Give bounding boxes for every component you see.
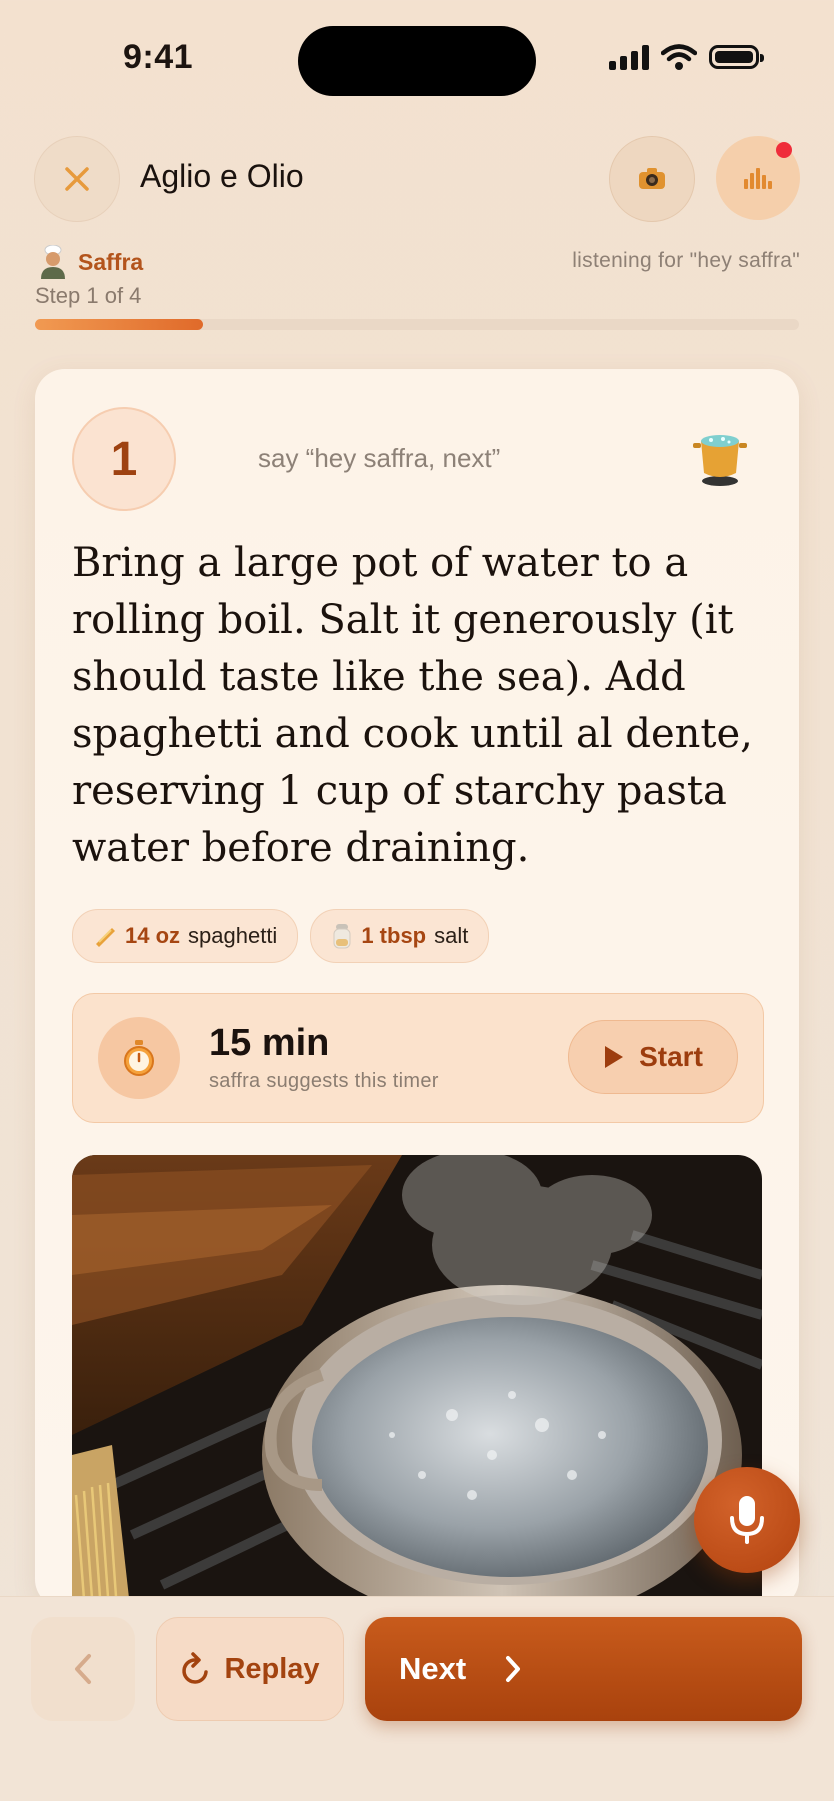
- step-card: 1 say “hey saffra, next” Bring a large p…: [35, 369, 799, 1609]
- assistant-name: Saffra: [78, 248, 144, 275]
- listening-status: listening for "hey saffra": [572, 249, 800, 272]
- close-icon: [65, 167, 89, 191]
- cellular-signal-icon: [609, 44, 649, 70]
- ingredient-name: salt: [434, 923, 469, 948]
- stopwatch-icon: [124, 1040, 154, 1076]
- dynamic-island: [298, 26, 536, 96]
- status-time: 9:41: [123, 38, 194, 76]
- timer-suggestion: 15 min saffra suggests this timer Start: [72, 993, 764, 1123]
- step-photo: [72, 1155, 762, 1609]
- ingredient-chip[interactable]: 14 oz spaghetti: [72, 909, 299, 963]
- pasta-icon: [96, 928, 115, 947]
- wifi-icon: [661, 44, 697, 70]
- chevron-left-icon: [75, 1654, 91, 1684]
- replay-button[interactable]: Replay: [156, 1617, 344, 1721]
- next-label: Next: [399, 1651, 467, 1686]
- ingredient-qty: 14 oz: [125, 923, 181, 948]
- recipe-title: Aglio e Olio: [140, 158, 304, 194]
- salt-shaker-icon: [333, 924, 351, 949]
- ingredient-chip[interactable]: 1 tbsp salt: [310, 909, 490, 963]
- audio-levels-icon: [744, 168, 772, 189]
- camera-button[interactable]: [609, 136, 695, 222]
- start-timer-button[interactable]: Start: [568, 1020, 738, 1094]
- chef-avatar-icon: [41, 245, 65, 279]
- step-instructions: Bring a large pot of water to a rolling …: [72, 540, 753, 871]
- previous-step-button[interactable]: [31, 1617, 135, 1721]
- microphone-button[interactable]: [694, 1467, 800, 1573]
- ingredient-qty: 1 tbsp: [361, 923, 427, 948]
- replay-label: Replay: [224, 1652, 320, 1685]
- next-step-button[interactable]: Next: [365, 1617, 802, 1721]
- step-number: 1: [72, 407, 176, 511]
- step-progress-bar: [35, 319, 799, 330]
- play-icon: [605, 1046, 624, 1068]
- close-button[interactable]: [34, 136, 120, 222]
- voice-hint: say “hey saffra, next”: [258, 443, 501, 473]
- bottom-navigation: Replay Next: [0, 1596, 834, 1801]
- assistant-row: Saffra: [38, 245, 143, 279]
- cooking-pot-icon: [693, 435, 747, 486]
- timer-duration: 15 min: [209, 1022, 330, 1064]
- microphone-icon: [730, 1496, 764, 1544]
- step-label: Step 1 of 4: [35, 283, 142, 308]
- battery-icon: [709, 45, 764, 69]
- ingredient-chips: 14 oz spaghetti 1 tbsp salt: [72, 909, 490, 963]
- camera-icon: [639, 168, 665, 189]
- replay-icon: [182, 1652, 209, 1684]
- status-icons: [609, 44, 764, 70]
- chevron-right-icon: [506, 1656, 521, 1682]
- start-timer-label: Start: [639, 1041, 703, 1072]
- step-progress-fill: [35, 319, 204, 330]
- ingredient-name: spaghetti: [188, 923, 278, 948]
- timer-subtitle: saffra suggests this timer: [209, 1070, 439, 1092]
- timer-icon-wrap: [98, 1017, 180, 1099]
- recording-indicator-dot: [776, 142, 792, 158]
